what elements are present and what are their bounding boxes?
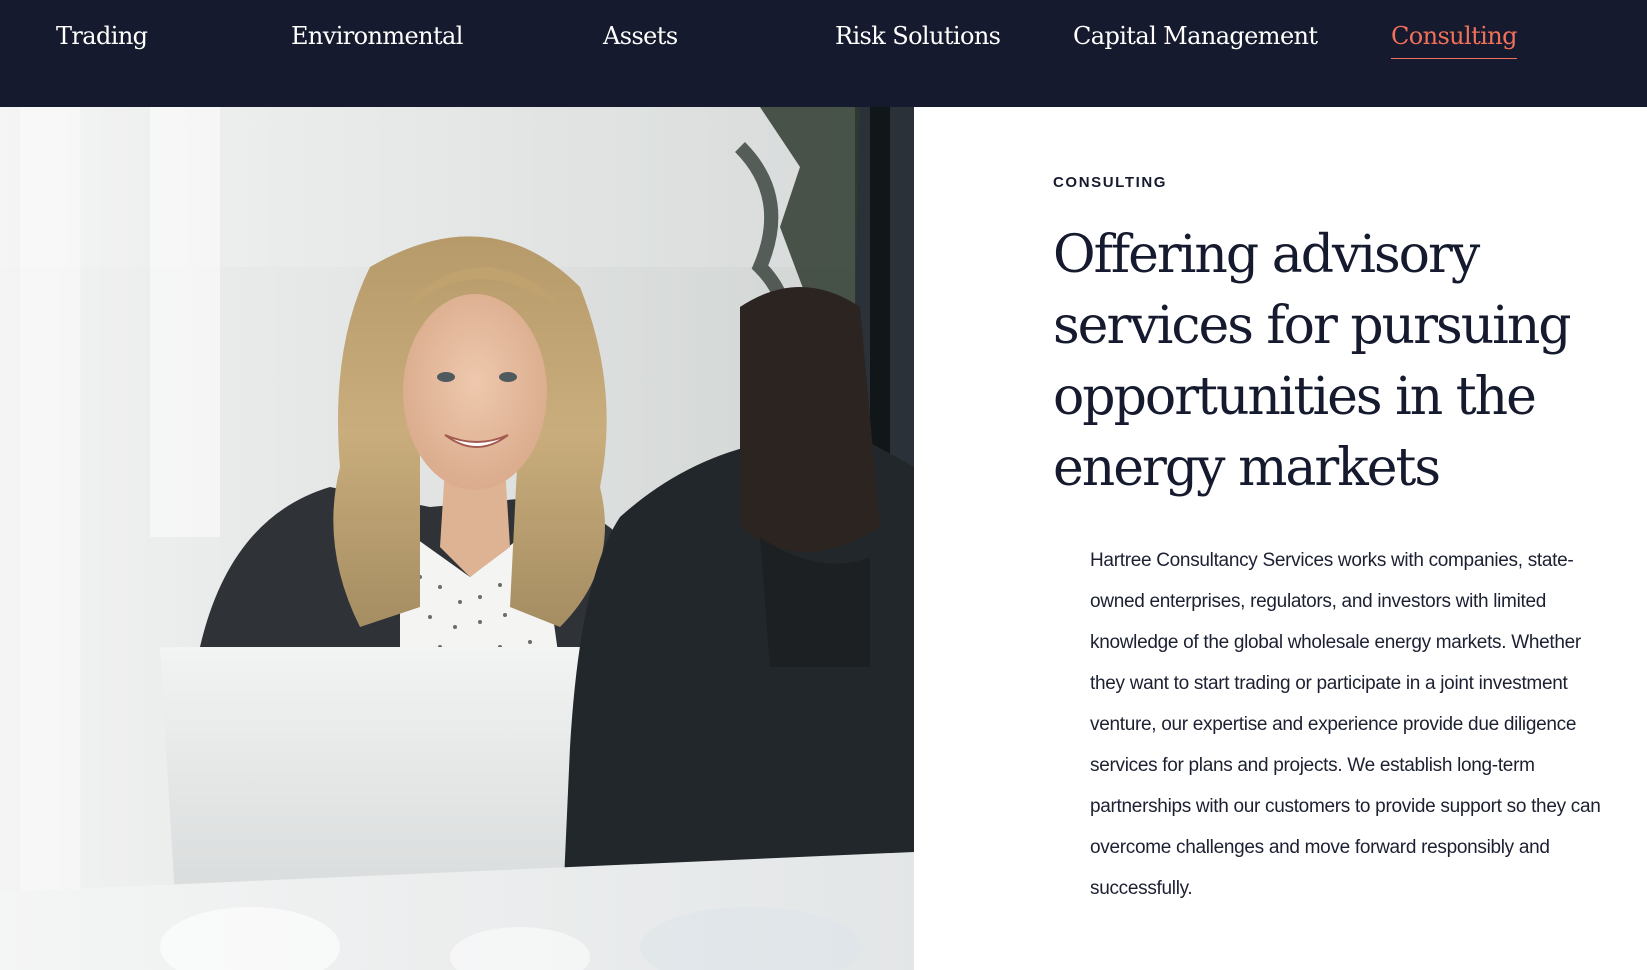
nav-item-consulting[interactable]: Consulting bbox=[1391, 18, 1517, 59]
nav-item-environmental[interactable]: Environmental bbox=[291, 18, 463, 58]
hero-image bbox=[0, 107, 914, 970]
nav-item-capital-management[interactable]: Capital Management bbox=[1073, 18, 1318, 58]
nav-item-trading[interactable]: Trading bbox=[56, 18, 148, 58]
top-nav: Trading Environmental Assets Risk Soluti… bbox=[0, 0, 1647, 107]
page-headline: Offering advisory services for pursuing … bbox=[1053, 225, 1572, 498]
hero-illustration bbox=[0, 107, 914, 970]
section-eyebrow: CONSULTING bbox=[1053, 174, 1168, 191]
section-body: Hartree Consultancy Services works with … bbox=[1090, 550, 1601, 899]
nav-item-assets[interactable]: Assets bbox=[603, 18, 678, 58]
consulting-section: CONSULTING Offering advisory services fo… bbox=[1053, 107, 1647, 970]
nav-item-risk-solutions[interactable]: Risk Solutions bbox=[835, 18, 1001, 58]
